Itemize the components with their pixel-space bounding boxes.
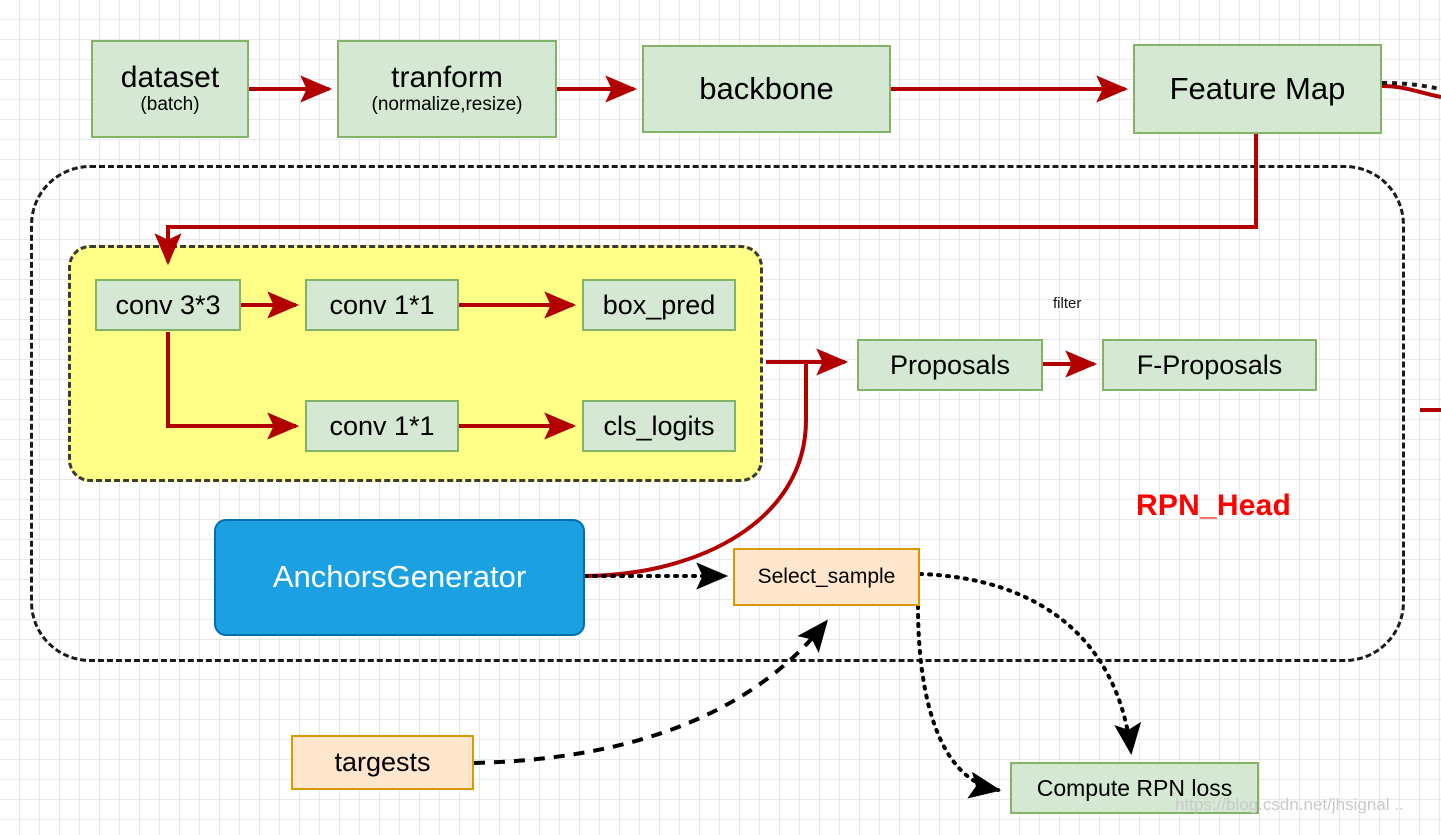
dashed-edges xyxy=(473,619,828,765)
filter-edge-label: filter xyxy=(1053,295,1082,312)
node-select-sample[interactable]: Select_sample xyxy=(733,548,920,606)
node-select-sample-label: Select_sample xyxy=(757,564,896,588)
node-conv-3x3-label: conv 3*3 xyxy=(115,289,221,320)
node-tranform-sublabel: (normalize,resize) xyxy=(371,94,523,116)
node-backbone-label: backbone xyxy=(699,70,834,106)
watermark: https://blog.csdn.net/jhsignal .. xyxy=(1175,795,1404,814)
node-anchors-generator-label: AnchorsGenerator xyxy=(272,559,527,595)
rpn-head-label: RPN_Head xyxy=(1136,489,1291,522)
node-dataset-label: dataset xyxy=(120,60,220,94)
node-dataset[interactable]: dataset (batch) xyxy=(91,40,249,138)
node-proposals-label: Proposals xyxy=(889,349,1011,380)
node-proposals[interactable]: Proposals xyxy=(857,339,1043,391)
node-conv-1x1-box-label: conv 1*1 xyxy=(329,289,435,320)
node-feature-map[interactable]: Feature Map xyxy=(1133,44,1382,134)
node-backbone[interactable]: backbone xyxy=(642,45,891,133)
node-box-pred[interactable]: box_pred xyxy=(582,279,736,331)
node-tranform[interactable]: tranform (normalize,resize) xyxy=(337,40,557,138)
node-f-proposals-label: F-Proposals xyxy=(1136,349,1283,380)
node-conv-1x1-cls[interactable]: conv 1*1 xyxy=(305,400,459,452)
node-box-pred-label: box_pred xyxy=(602,289,716,320)
node-conv-1x1-box[interactable]: conv 1*1 xyxy=(305,279,459,331)
node-targests[interactable]: targests xyxy=(291,735,474,790)
diagram-canvas: dataset (batch) tranform (normalize,resi… xyxy=(0,0,1441,835)
node-tranform-label: tranform xyxy=(391,60,503,94)
node-feature-map-label: Feature Map xyxy=(1169,70,1346,106)
node-conv-1x1-cls-label: conv 1*1 xyxy=(329,410,435,441)
dotted-edges xyxy=(583,562,1142,799)
node-anchors-generator[interactable]: AnchorsGenerator xyxy=(214,519,585,636)
node-dataset-sublabel: (batch) xyxy=(140,94,200,116)
node-targests-label: targests xyxy=(334,747,431,778)
node-cls-logits-label: cls_logits xyxy=(603,410,715,441)
node-cls-logits[interactable]: cls_logits xyxy=(582,400,736,452)
node-conv-3x3[interactable]: conv 3*3 xyxy=(95,279,241,331)
node-f-proposals[interactable]: F-Proposals xyxy=(1102,339,1317,391)
